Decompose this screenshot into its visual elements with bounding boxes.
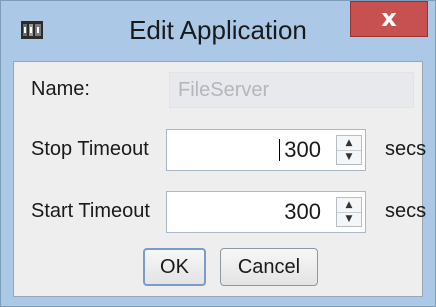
- ok-button[interactable]: OK: [143, 248, 206, 286]
- stop-timeout-units: secs: [385, 138, 427, 160]
- stop-timeout-increment-button[interactable]: ▲: [337, 136, 361, 151]
- name-field: FileServer: [169, 72, 414, 108]
- start-timeout-spinner[interactable]: 300 ▲ ▼: [166, 191, 366, 233]
- start-timeout-units: secs: [385, 200, 427, 222]
- edit-application-dialog: Edit Application x Name: FileServer Stop…: [0, 0, 436, 307]
- start-timeout-increment-button[interactable]: ▲: [337, 198, 361, 213]
- cancel-button[interactable]: Cancel: [220, 248, 318, 286]
- close-button[interactable]: x: [350, 1, 428, 37]
- stop-timeout-decrement-button[interactable]: ▼: [337, 150, 361, 164]
- start-timeout-value: 300: [284, 199, 321, 224]
- stop-timeout-spinner[interactable]: 300 ▲ ▼: [166, 129, 366, 171]
- title-bar[interactable]: Edit Application x: [1, 1, 435, 61]
- stop-timeout-spin-buttons: ▲ ▼: [336, 135, 362, 165]
- start-timeout-spin-buttons: ▲ ▼: [336, 197, 362, 227]
- name-label: Name:: [31, 78, 90, 100]
- start-timeout-decrement-button[interactable]: ▼: [337, 212, 361, 226]
- stop-timeout-label: Stop Timeout: [31, 138, 149, 160]
- dialog-body: Name: FileServer Stop Timeout 300 ▲ ▼ se…: [13, 61, 427, 297]
- text-cursor: [279, 139, 280, 161]
- stop-timeout-value: 300: [284, 137, 321, 162]
- start-timeout-label: Start Timeout: [31, 200, 150, 222]
